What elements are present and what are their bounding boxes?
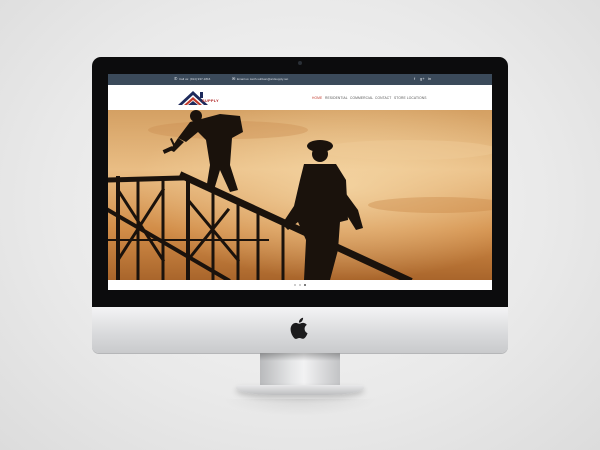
- imac-stand-foot: [236, 385, 364, 395]
- linkedin-icon[interactable]: in: [428, 76, 431, 81]
- phone-icon: ✆: [174, 76, 178, 81]
- apple-logo-icon: [290, 317, 308, 339]
- site-header: SUPPLY HOME RESIDENTIAL COMMERCIAL CONTA…: [108, 85, 492, 110]
- email-us-link[interactable]: Email us: keith.sullivan@ardsupply.net: [237, 77, 288, 81]
- envelope-icon: ✉: [232, 76, 236, 81]
- stand-shadow: [260, 353, 340, 361]
- desk-reflection: [222, 399, 378, 417]
- hero-photo: [108, 110, 492, 280]
- hero-slider-image[interactable]: [108, 110, 492, 280]
- call-us-text[interactable]: Call us: (914) 937-1816: [179, 77, 210, 81]
- nav-item-home[interactable]: HOME: [312, 96, 322, 100]
- nav-item-contact[interactable]: CONTACT: [375, 96, 391, 100]
- slider-dot-3[interactable]: [304, 284, 306, 286]
- screen-bezel: ✆ Call us: (914) 937-1816 ✉ Email us: ke…: [92, 57, 508, 307]
- nav-item-commercial[interactable]: COMMERCIAL: [350, 96, 373, 100]
- website-screen: ✆ Call us: (914) 937-1816 ✉ Email us: ke…: [108, 74, 492, 290]
- camera-icon: [298, 61, 302, 65]
- slider-dot-2[interactable]: [299, 284, 301, 286]
- nav-item-residential[interactable]: RESIDENTIAL: [325, 96, 348, 100]
- top-info-bar: ✆ Call us: (914) 937-1816 ✉ Email us: ke…: [108, 74, 492, 85]
- slider-pagination: [108, 280, 492, 290]
- imac-chin: [92, 307, 508, 353]
- google-plus-icon[interactable]: g+: [420, 76, 425, 81]
- main-navigation: HOME RESIDENTIAL COMMERCIAL CONTACT STOR…: [312, 96, 442, 102]
- logo-wordmark: SUPPLY: [202, 98, 219, 103]
- slider-dot-1[interactable]: [294, 284, 296, 286]
- facebook-icon[interactable]: f: [414, 76, 415, 81]
- nav-item-store-locations[interactable]: STORE LOCATIONS: [394, 96, 427, 100]
